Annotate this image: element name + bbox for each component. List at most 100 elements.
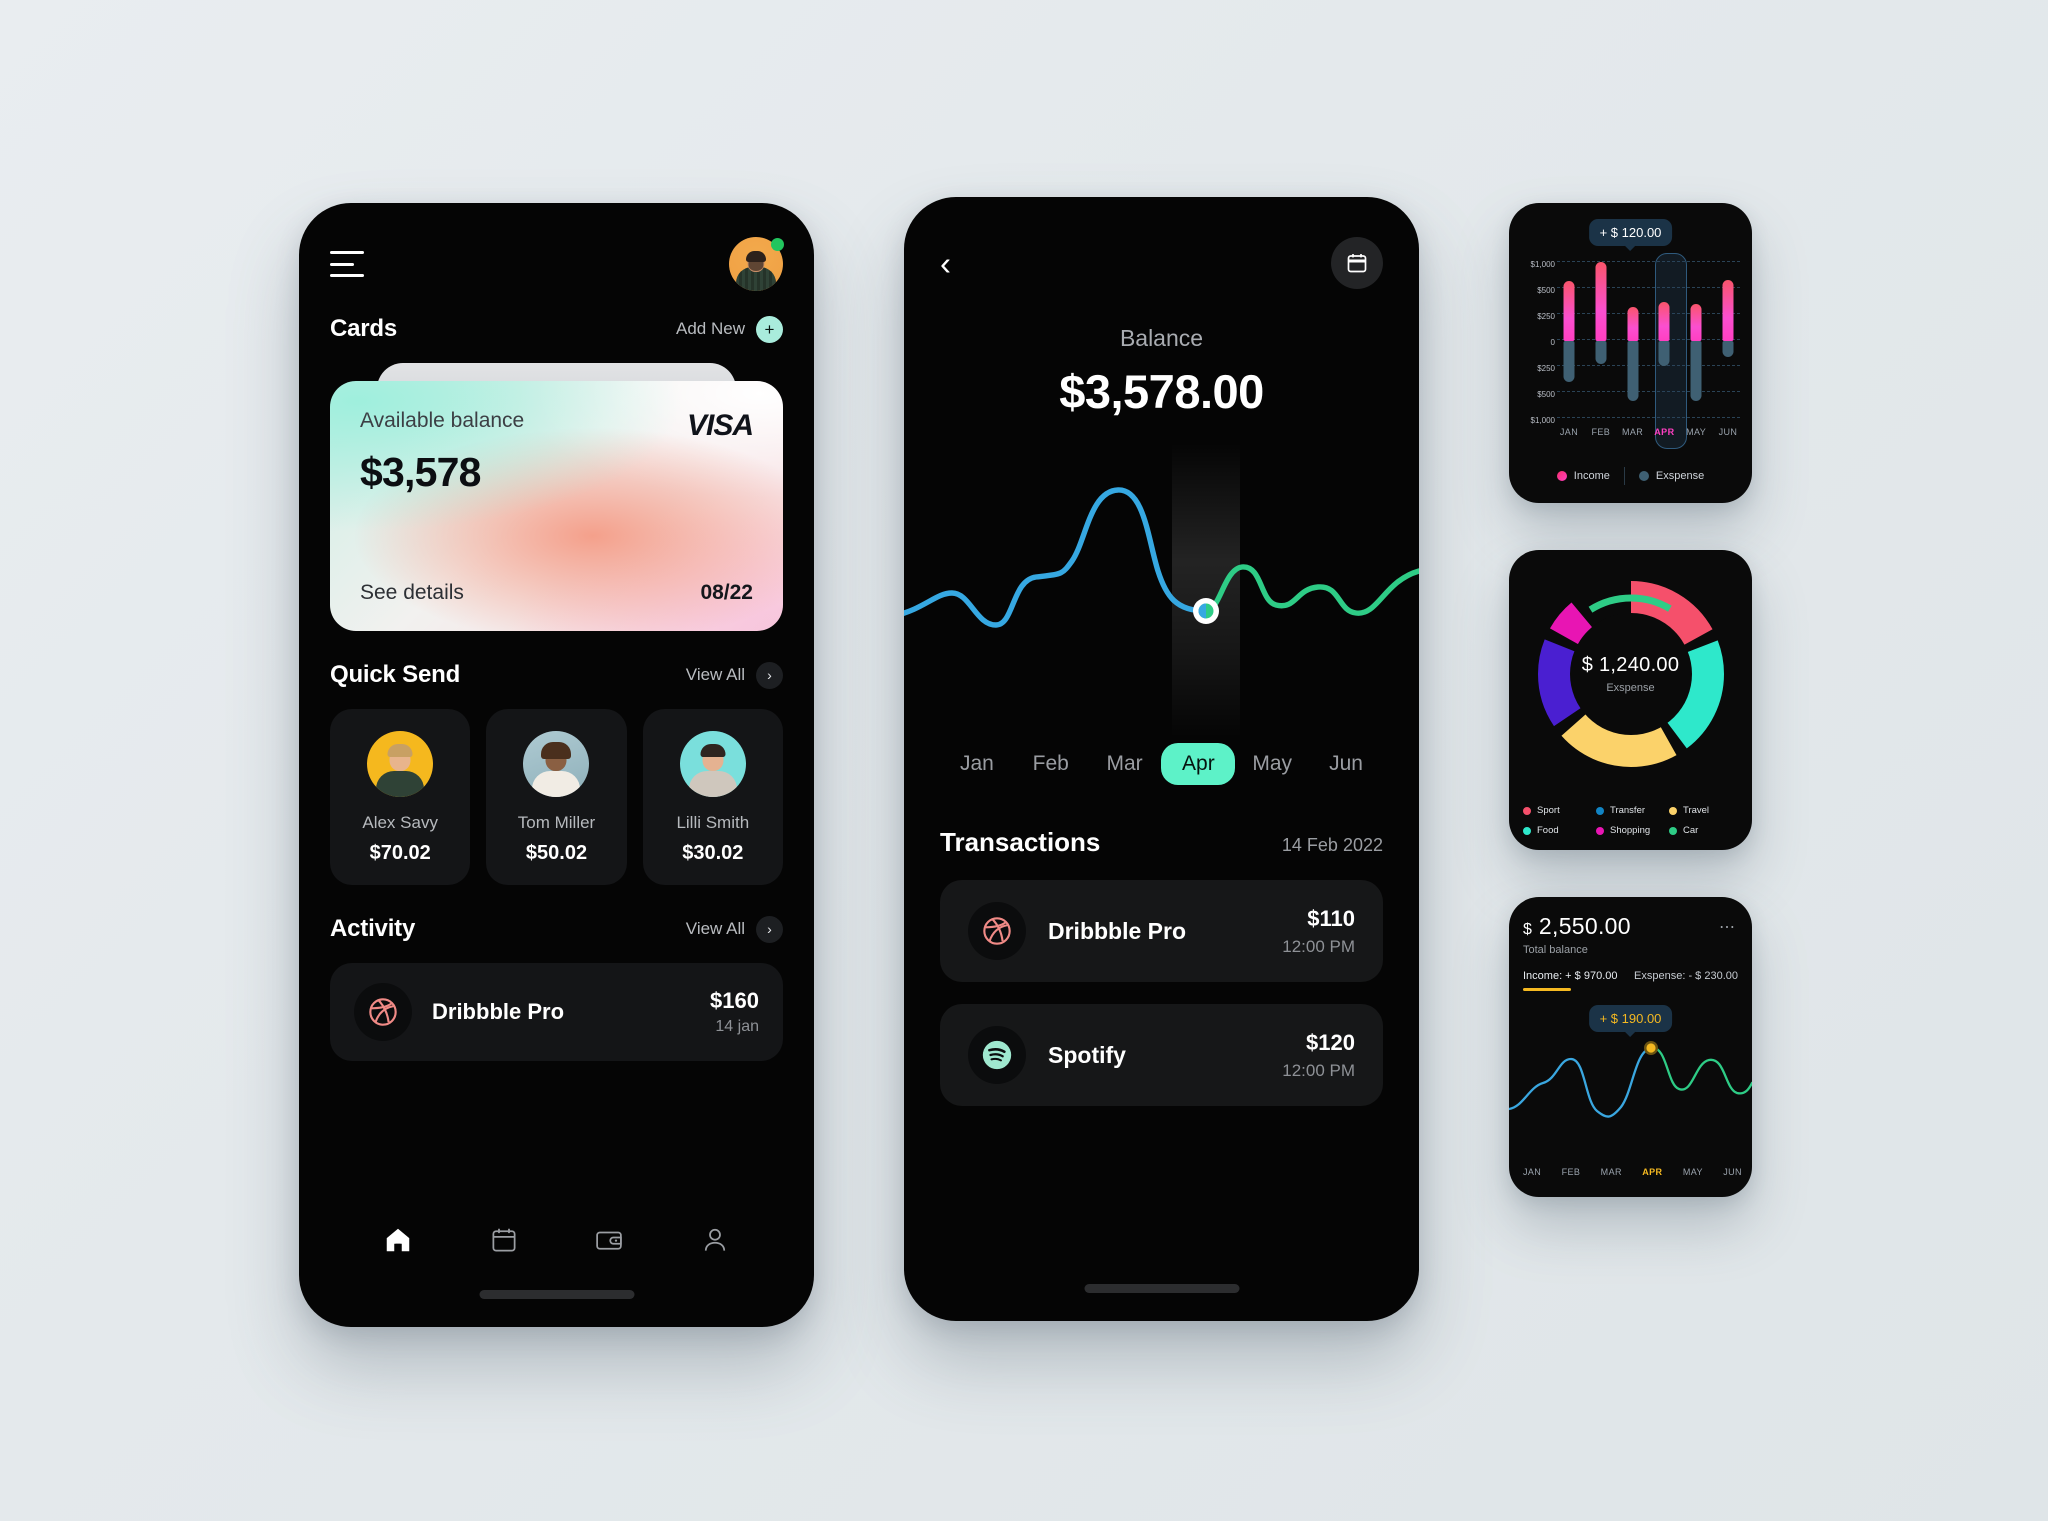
sidebar-item-home[interactable] (345, 1225, 451, 1255)
activity-date: 14 jan (715, 1018, 759, 1035)
month-selector: Jan Feb Mar Apr May Jun (904, 743, 1419, 785)
contact-name: Alex Savy (362, 813, 438, 832)
spotify-glyph (982, 1040, 1012, 1070)
chevron-left-icon[interactable]: ‹ (940, 247, 951, 280)
bar-group-apr[interactable] (1652, 261, 1676, 421)
y-tick: $1,000 (1530, 416, 1555, 425)
credit-card[interactable]: Available balance VISA $3,578 See detail… (330, 381, 783, 631)
income-stat: Income: + $ 970.00 (1523, 970, 1618, 982)
bar-group-jan[interactable] (1557, 261, 1581, 421)
trend-line-chart (1509, 1041, 1752, 1118)
home-indicator (1084, 1284, 1239, 1293)
chart-tooltip: + $ 120.00 (1588, 219, 1673, 246)
x-tick-selected: APR (1642, 1167, 1663, 1177)
x-axis-labels: JAN FEB MAR APR MAY JUN (1523, 1167, 1742, 1177)
y-tick: $1,000 (1530, 260, 1555, 269)
contact-amount: $50.02 (525, 842, 588, 864)
quick-send-view-all[interactable]: View All (686, 665, 745, 685)
see-details-link[interactable]: See details (360, 581, 464, 605)
x-tick: JAN (1559, 427, 1579, 437)
tab-jan[interactable]: Jan (940, 743, 1014, 785)
legend-swatch (1596, 806, 1604, 815)
chevron-right-icon[interactable]: › (756, 661, 783, 689)
activity-header: Activity View All › (330, 915, 783, 943)
x-tick: MAY (1682, 1167, 1703, 1177)
list-item[interactable]: Tom Miller $50.02 (486, 709, 627, 885)
table-row[interactable]: Spotify $120 12:00 PM (940, 1004, 1383, 1106)
tab-feb[interactable]: Feb (1014, 743, 1088, 785)
chevron-right-icon[interactable]: › (756, 915, 783, 943)
sidebar-item-profile[interactable] (662, 1225, 768, 1255)
transaction-time: 12:00 PM (1282, 1060, 1355, 1080)
bar-group-may[interactable] (1684, 261, 1708, 421)
bar-series (1557, 261, 1740, 421)
income-expense-bars[interactable]: + $ 120.00 $1,000 $500 $250 0 $250 $500 … (1509, 203, 1752, 503)
donut-label: Exspense (1606, 682, 1655, 694)
y-tick: $250 (1537, 364, 1555, 373)
contact-name: Tom Miller (517, 813, 596, 832)
transactions-date: 14 Feb 2022 (1281, 835, 1383, 855)
card-balance-amount: $3,578 (360, 449, 481, 495)
y-tick: $250 (1537, 312, 1555, 321)
legend-label: Exspense (1655, 470, 1705, 482)
tab-may[interactable]: May (1235, 743, 1309, 785)
quick-send-header: Quick Send View All › (330, 661, 783, 689)
app-header (299, 203, 814, 291)
total-balance-label: Total balance (1523, 944, 1588, 956)
transaction-name: Dribbble Pro (1048, 917, 1187, 944)
add-new-label[interactable]: Add New (676, 319, 745, 339)
plus-icon[interactable]: + (756, 315, 783, 343)
avatar[interactable] (729, 237, 784, 291)
total-balance-amount: $ 2,550.00 (1523, 913, 1738, 940)
list-item[interactable]: Lilli Smith $30.02 (642, 709, 783, 885)
x-tick: MAY (1686, 427, 1707, 437)
bar-group-feb[interactable] (1589, 261, 1613, 421)
cards-section-header: Cards Add New + (330, 315, 783, 343)
quick-send-title: Quick Send (330, 661, 461, 688)
dribbble-icon (354, 983, 412, 1041)
balance-trend-main[interactable] (904, 433, 1419, 738)
donut-chart: $ 1,240.00 Exspense (1531, 574, 1731, 774)
bottom-navigation (299, 1207, 814, 1327)
dribbble-icon (968, 902, 1026, 960)
phone-balance-screen: ‹ Balance $3,578.00 Jan Feb Mar Apr May … (904, 197, 1419, 1321)
phone-home-screen: Cards Add New + Available balance VISA $… (299, 203, 814, 1327)
activity-view-all[interactable]: View All (686, 919, 745, 939)
y-axis-labels: $1,000 $500 $250 0 $250 $500 $1,000 (1519, 261, 1555, 443)
calendar-icon (492, 1228, 516, 1252)
x-tick: MAR (1600, 1167, 1622, 1177)
balance-amount: $3,578.00 (1059, 365, 1264, 418)
transaction-amount: $110 (1307, 905, 1355, 931)
expense-donut[interactable]: $ 1,240.00 Exspense Sport Transfer Trave… (1509, 550, 1752, 850)
tab-mar[interactable]: Mar (1088, 743, 1162, 785)
bar-group-mar[interactable] (1621, 261, 1645, 421)
legend-item-food: Food (1523, 825, 1596, 836)
tab-jun[interactable]: Jun (1309, 743, 1383, 785)
home-icon (386, 1228, 410, 1252)
legend-swatch (1669, 826, 1677, 835)
screen-canvas: Cards Add New + Available balance VISA $… (0, 0, 2048, 1521)
chart-legend: Sport Transfer Travel Food Shopping Car (1523, 805, 1742, 836)
legend-swatch (1596, 826, 1604, 835)
transaction-name: Spotify (1048, 1041, 1126, 1068)
balance-label: Balance (1119, 325, 1204, 351)
balance-trend-widget[interactable]: ⋯ $ 2,550.00 Total balance Income: + $ 9… (1509, 897, 1752, 1197)
table-row[interactable]: Dribbble Pro $160 14 jan (330, 963, 783, 1061)
table-row[interactable]: Dribbble Pro $110 12:00 PM (940, 880, 1383, 982)
calendar-icon[interactable] (1331, 237, 1383, 289)
person-icon (705, 1228, 726, 1251)
legend-label: Transfer (1610, 805, 1646, 816)
legend-item-car: Car (1669, 825, 1742, 836)
list-item[interactable]: Alex Savy $70.02 (330, 709, 471, 885)
more-horizontal-icon[interactable]: ⋯ (1719, 917, 1736, 937)
tab-apr[interactable]: Apr (1161, 743, 1236, 785)
legend-label: Sport (1537, 805, 1560, 816)
hamburger-menu-icon[interactable] (330, 251, 364, 277)
y-tick: 0 (1550, 338, 1555, 347)
sidebar-item-calendar[interactable] (451, 1225, 557, 1255)
sidebar-item-wallet[interactable] (557, 1225, 663, 1255)
wallet-icon (596, 1231, 623, 1250)
bar-group-jun[interactable] (1716, 261, 1740, 421)
transactions-header: Transactions 14 Feb 2022 (904, 827, 1419, 858)
legend-swatch (1556, 471, 1567, 481)
